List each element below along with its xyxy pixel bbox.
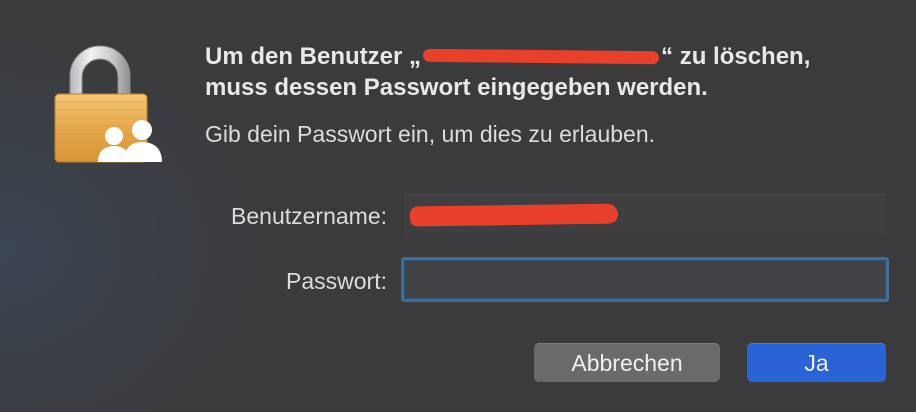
cancel-button[interactable]: Abbrechen <box>534 343 720 382</box>
title-suffix: “ zu löschen, <box>661 43 811 70</box>
password-field[interactable] <box>401 257 889 302</box>
dialog-subtitle: Gib dein Passwort ein, um dies zu erlaub… <box>205 121 656 147</box>
redacted-username-value <box>409 203 619 227</box>
title-line-2: muss dessen Passwort eingegeben werden. <box>205 74 708 101</box>
ok-button[interactable]: Ja <box>747 343 886 382</box>
username-field[interactable] <box>404 194 886 234</box>
username-label: Benutzername: <box>231 203 387 229</box>
lock-users-icon <box>54 45 162 163</box>
redacted-username <box>421 46 661 66</box>
dialog-title: Um den Benutzer „ “ zu löschen, muss dess… <box>205 41 895 103</box>
password-label: Passwort: <box>286 268 387 294</box>
authentication-dialog: Um den Benutzer „ “ zu löschen, muss dess… <box>0 0 916 412</box>
title-prefix: Um den Benutzer „ <box>205 43 422 70</box>
